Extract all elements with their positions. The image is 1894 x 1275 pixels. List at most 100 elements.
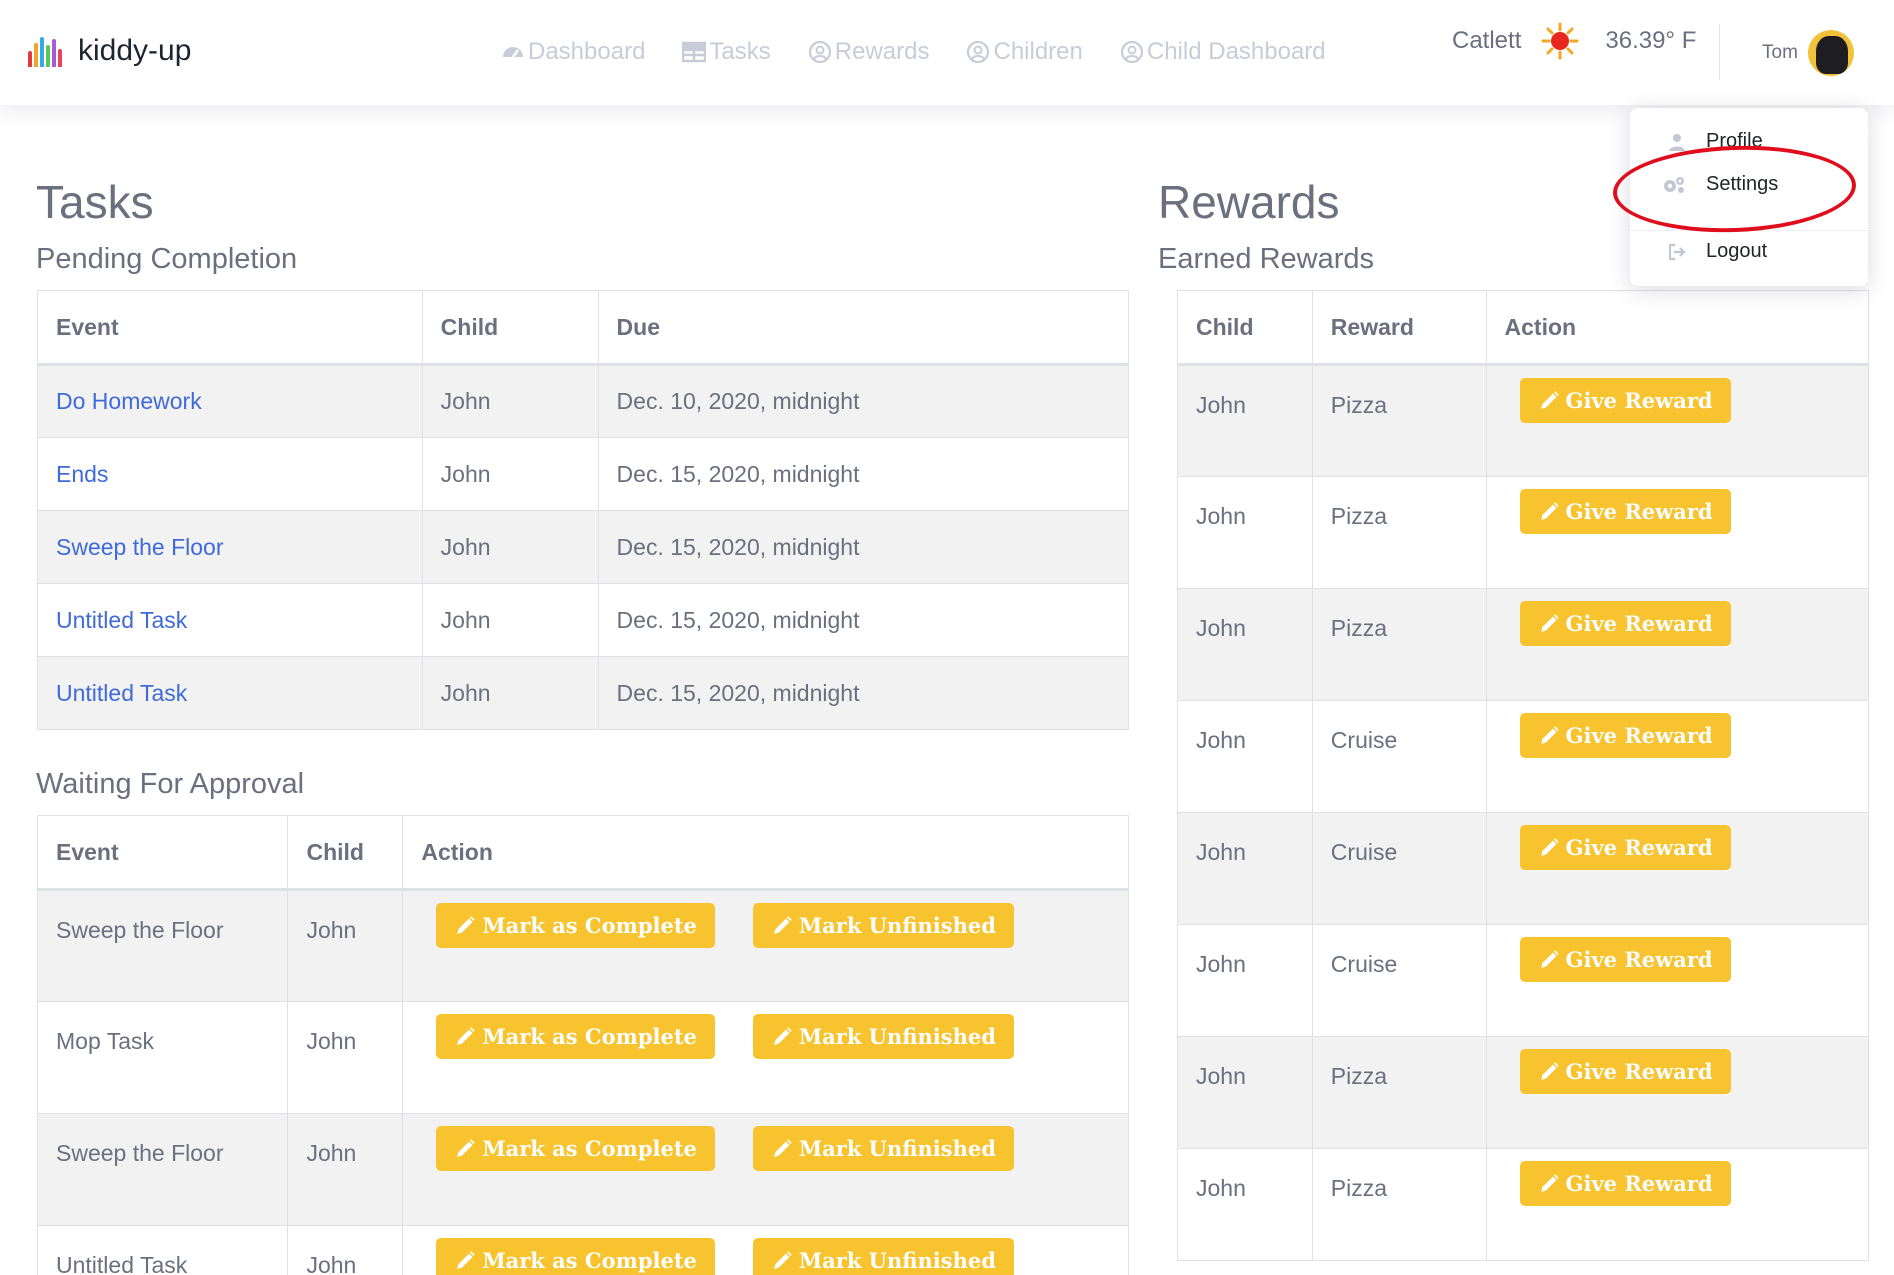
pencil-icon — [454, 915, 476, 937]
child-cell: John — [421, 437, 599, 511]
nav-item-label: Tasks — [709, 38, 771, 65]
mark-unfinished-button[interactable]: Mark Unfinished — [752, 1238, 1014, 1275]
child-cell: John — [287, 1225, 404, 1275]
reward-cell: Cruise — [1311, 924, 1487, 1037]
task-link[interactable]: Ends — [56, 461, 108, 487]
table-row: Untitled Task John Dec. 15, 2020, midnig… — [37, 583, 1130, 657]
give-reward-button[interactable]: Give Reward — [1519, 937, 1731, 982]
brand[interactable]: kiddy-up — [28, 34, 191, 68]
earned-rewards-table: Child Reward Action John Pizza Give Rewa… — [1177, 290, 1870, 1261]
pencil-icon — [1538, 725, 1560, 747]
user-circle-icon — [965, 39, 991, 65]
event-cell: Untitled Task — [36, 1225, 289, 1275]
sign-out-icon — [1668, 243, 1686, 261]
pencil-icon — [1538, 949, 1560, 971]
table-row: Untitled Task John Dec. 15, 2020, midnig… — [37, 656, 1130, 730]
pencil-icon — [454, 1026, 476, 1048]
child-cell: John — [1177, 812, 1313, 925]
mark-unfinished-button[interactable]: Mark Unfinished — [752, 1014, 1014, 1059]
child-cell: John — [1177, 700, 1313, 813]
mark-complete-button[interactable]: Mark as Complete — [436, 1126, 715, 1171]
table-row: Sweep the Floor John Mark as Complete Ma… — [36, 889, 1129, 1002]
avatar[interactable] — [1807, 30, 1854, 76]
column-header-child: Child — [287, 815, 404, 891]
pencil-icon — [1538, 1061, 1560, 1083]
pencil-icon — [454, 1250, 476, 1272]
nav-item-label: Dashboard — [528, 38, 646, 65]
column-header-due: Due — [597, 290, 1130, 366]
top-navbar: kiddy-up Dashboard Tasks Rewards Childre… — [0, 0, 1894, 105]
child-cell: John — [1177, 1148, 1313, 1261]
task-link[interactable]: Untitled Task — [56, 680, 187, 706]
mark-complete-button[interactable]: Mark as Complete — [436, 903, 715, 948]
column-header-reward: Reward — [1311, 290, 1487, 366]
navbar-divider — [1719, 24, 1720, 80]
reward-cell: Pizza — [1311, 476, 1487, 589]
kiddy-up-logo-icon — [28, 35, 64, 67]
child-cell: John — [1177, 476, 1313, 589]
give-reward-button[interactable]: Give Reward — [1519, 825, 1731, 870]
rewards-title: Rewards — [1158, 176, 1340, 228]
task-link[interactable]: Do Homework — [56, 388, 202, 414]
table-row: Sweep the Floor John Mark as Complete Ma… — [36, 1113, 1129, 1226]
pencil-icon — [1538, 1173, 1560, 1195]
waiting-approval-subtitle: Waiting For Approval — [36, 768, 305, 800]
give-reward-button[interactable]: Give Reward — [1519, 378, 1731, 423]
pencil-icon — [771, 915, 793, 937]
table-row: John Pizza Give Reward — [1177, 1036, 1870, 1149]
weather-temperature: 36.39° F — [1605, 27, 1697, 54]
mark-unfinished-button[interactable]: Mark Unfinished — [752, 903, 1014, 948]
pencil-icon — [771, 1250, 793, 1272]
approval-tasks-table: Event Child Action Sweep the Floor John … — [36, 815, 1129, 1275]
pending-completion-subtitle: Pending Completion — [36, 243, 298, 275]
table-row: John Pizza Give Reward — [1177, 364, 1870, 477]
due-cell: Dec. 15, 2020, midnight — [597, 583, 1130, 657]
nav-item-children[interactable]: Children — [965, 38, 1083, 66]
pencil-icon — [454, 1138, 476, 1160]
table-icon — [681, 39, 707, 65]
user-icon — [1668, 133, 1686, 151]
dropdown-item-label: Logout — [1706, 240, 1768, 262]
pencil-icon — [1538, 837, 1560, 859]
table-row: Ends John Dec. 15, 2020, midnight — [37, 437, 1130, 511]
child-cell: John — [1177, 364, 1313, 477]
table-row: John Pizza Give Reward — [1177, 1148, 1870, 1261]
weather-widget: Catlett 36.39° F — [1452, 22, 1696, 60]
child-cell: John — [421, 364, 599, 438]
child-cell: John — [287, 1113, 404, 1226]
child-cell: John — [421, 510, 599, 584]
table-row: Sweep the Floor John Dec. 15, 2020, midn… — [37, 510, 1130, 584]
mark-complete-button[interactable]: Mark as Complete — [436, 1014, 715, 1059]
nav-item-rewards[interactable]: Rewards — [807, 38, 930, 66]
brand-name: kiddy-up — [78, 34, 192, 67]
child-cell: John — [287, 1001, 404, 1114]
give-reward-button[interactable]: Give Reward — [1519, 1049, 1731, 1094]
reward-cell: Cruise — [1311, 700, 1487, 813]
nav-item-label: Child Dashboard — [1146, 38, 1326, 65]
column-header-event: Event — [37, 290, 423, 366]
pencil-icon — [771, 1138, 793, 1160]
nav-item-tasks[interactable]: Tasks — [681, 38, 771, 66]
table-row: Do Homework John Dec. 10, 2020, midnight — [37, 364, 1130, 438]
dropdown-item-logout[interactable]: Logout — [1668, 240, 1767, 263]
mark-complete-button[interactable]: Mark as Complete — [436, 1238, 715, 1275]
tasks-title: Tasks — [36, 176, 154, 228]
column-header-action: Action — [1485, 290, 1870, 366]
give-reward-button[interactable]: Give Reward — [1519, 489, 1731, 534]
due-cell: Dec. 15, 2020, midnight — [597, 437, 1130, 511]
task-link[interactable]: Sweep the Floor — [56, 534, 223, 560]
mark-unfinished-button[interactable]: Mark Unfinished — [752, 1126, 1014, 1171]
due-cell: Dec. 10, 2020, midnight — [597, 364, 1130, 438]
nav-item-child-dashboard[interactable]: Child Dashboard — [1119, 38, 1326, 66]
give-reward-button[interactable]: Give Reward — [1519, 1161, 1731, 1206]
give-reward-button[interactable]: Give Reward — [1519, 713, 1731, 758]
child-cell: John — [1177, 924, 1313, 1037]
task-link[interactable]: Untitled Task — [56, 607, 187, 633]
nav-item-dashboard[interactable]: Dashboard — [500, 38, 645, 66]
table-row: John Cruise Give Reward — [1177, 700, 1870, 813]
reward-cell: Pizza — [1311, 1036, 1487, 1149]
nav-item-label: Rewards — [834, 38, 930, 65]
column-header-event: Event — [36, 815, 289, 891]
user-menu-toggle[interactable]: Tom — [1762, 30, 1854, 76]
give-reward-button[interactable]: Give Reward — [1519, 601, 1731, 646]
